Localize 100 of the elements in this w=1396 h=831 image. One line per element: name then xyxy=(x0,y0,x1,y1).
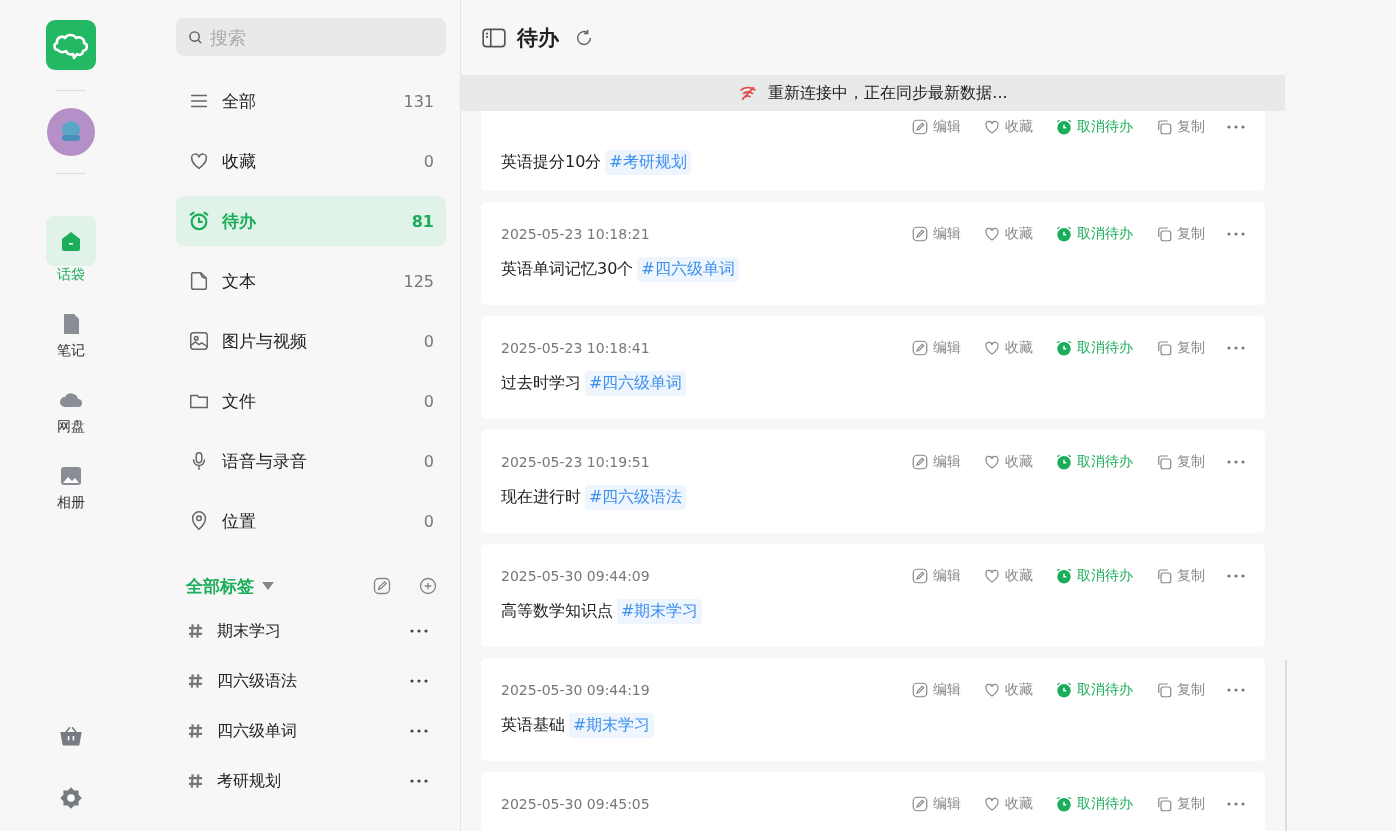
tag-item[interactable]: 四六级语法 xyxy=(176,656,446,706)
note-date: 2025-05-23 10:18:21 xyxy=(501,226,650,242)
alarm-clock-icon xyxy=(1055,567,1073,585)
tags-header[interactable]: 全部标签 xyxy=(186,574,254,598)
note-date: 2025-05-30 09:44:09 xyxy=(501,568,650,584)
copy-icon xyxy=(1155,567,1173,585)
note-card[interactable]: 2025-05-23 10:19:51 编辑 收藏 取消待办 复制 现在进行时 #四六级语法 xyxy=(481,430,1265,533)
note-card[interactable]: 2025-05-23 10:18:21 编辑 收藏 取消待办 复制 英语单词记忆30个 #四六级单词 xyxy=(481,202,1265,305)
action-link[interactable]: 取消待办 xyxy=(1055,681,1133,699)
image-icon xyxy=(59,464,83,488)
note-tag[interactable]: #四六级语法 xyxy=(585,485,687,510)
action-link[interactable]: 取消待办 xyxy=(1055,795,1133,813)
edit-icon[interactable] xyxy=(372,576,392,596)
nav-label: 话袋 xyxy=(57,266,85,284)
note-tag[interactable]: #期末学习 xyxy=(569,713,655,738)
note-tag[interactable]: #四六级单词 xyxy=(585,371,687,396)
category-item[interactable]: 待办 81 xyxy=(176,196,446,246)
more-icon[interactable] xyxy=(1227,802,1245,806)
action-link[interactable]: 取消待办 xyxy=(1055,118,1133,136)
tag-item[interactable]: 考研规划 xyxy=(176,756,446,806)
note-tag[interactable]: #期末学习 xyxy=(617,599,703,624)
action-link[interactable]: 取消待办 xyxy=(1055,339,1133,357)
copy-icon xyxy=(1155,453,1173,471)
note-card[interactable]: 2025-05-30 09:44:19 编辑 收藏 取消待办 复制 英语基础 #期末学习 xyxy=(481,658,1265,761)
hash-icon xyxy=(188,773,203,789)
tag-item[interactable]: 四六级单词 xyxy=(176,706,446,756)
nav-item[interactable]: 相册 xyxy=(41,458,101,512)
action-link[interactable]: 编辑 xyxy=(911,225,961,243)
note-card[interactable]: 2025-05-30 09:45:05 编辑 收藏 取消待办 复制 xyxy=(481,772,1265,831)
more-icon[interactable] xyxy=(1227,688,1245,692)
settings-icon[interactable] xyxy=(58,785,84,811)
action-link[interactable]: 收藏 xyxy=(983,681,1033,699)
heart-icon xyxy=(188,150,210,172)
note-tag[interactable]: #四六级单词 xyxy=(637,257,739,282)
action-link[interactable]: 复制 xyxy=(1155,453,1205,471)
action-link[interactable]: 复制 xyxy=(1155,795,1205,813)
note-text: 英语提分10分 xyxy=(501,152,602,173)
copy-icon xyxy=(1155,118,1173,136)
search-field[interactable]: 搜索 xyxy=(176,18,446,56)
heart-icon xyxy=(983,795,1001,813)
more-icon[interactable] xyxy=(1227,232,1245,236)
category-item[interactable]: 文本 125 xyxy=(176,256,446,306)
app-logo[interactable] xyxy=(46,20,96,70)
more-icon[interactable] xyxy=(1227,460,1245,464)
copy-icon xyxy=(1155,339,1173,357)
note-date: 2025-05-23 10:19:51 xyxy=(501,454,650,470)
action-link[interactable]: 编辑 xyxy=(911,681,961,699)
add-icon[interactable] xyxy=(418,576,438,596)
more-icon[interactable] xyxy=(410,679,428,683)
caret-icon[interactable] xyxy=(262,582,274,590)
note-card[interactable]: 2025-05-23 10:18:41 编辑 收藏 取消待办 复制 过去时学习 #四六级单词 xyxy=(481,316,1265,419)
edit-icon xyxy=(911,118,929,136)
action-link[interactable]: 复制 xyxy=(1155,567,1205,585)
more-icon[interactable] xyxy=(1227,125,1245,129)
action-link[interactable]: 收藏 xyxy=(983,225,1033,243)
alarm-clock-icon xyxy=(1055,681,1073,699)
tag-item[interactable]: 期末学习 xyxy=(176,606,446,656)
action-link[interactable]: 收藏 xyxy=(983,118,1033,136)
action-link[interactable]: 取消待办 xyxy=(1055,567,1133,585)
hash-icon xyxy=(188,673,203,689)
action-link[interactable]: 复制 xyxy=(1155,339,1205,357)
note-card[interactable]: 2025-05-30 09:44:09 编辑 收藏 取消待办 复制 高等数学知识点 #期末学习 xyxy=(481,544,1265,647)
more-icon[interactable] xyxy=(1227,346,1245,350)
note-tag[interactable]: #考研规划 xyxy=(605,150,691,175)
action-link[interactable]: 编辑 xyxy=(911,118,961,136)
note-date: 2025-05-30 09:45:05 xyxy=(501,796,650,812)
action-link[interactable]: 收藏 xyxy=(983,567,1033,585)
avatar[interactable] xyxy=(47,108,95,156)
action-link[interactable]: 复制 xyxy=(1155,225,1205,243)
category-item[interactable]: 收藏 0 xyxy=(176,136,446,186)
edit-icon xyxy=(911,567,929,585)
action-link[interactable]: 取消待办 xyxy=(1055,453,1133,471)
category-item[interactable]: 全部 131 xyxy=(176,76,446,126)
more-icon[interactable] xyxy=(410,779,428,783)
nav-item[interactable]: 网盘 xyxy=(41,382,101,436)
category-item[interactable]: 位置 0 xyxy=(176,496,446,546)
action-link[interactable]: 取消待办 xyxy=(1055,225,1133,243)
category-item[interactable]: 语音与录音 0 xyxy=(176,436,446,486)
action-link[interactable]: 编辑 xyxy=(911,339,961,357)
category-item[interactable]: 图片与视频 0 xyxy=(176,316,446,366)
alarm-clock-icon xyxy=(1055,225,1073,243)
nav-item[interactable]: 笔记 xyxy=(41,306,101,360)
alarm-clock-icon xyxy=(1055,339,1073,357)
action-link[interactable]: 编辑 xyxy=(911,795,961,813)
alarm-clock-icon xyxy=(1055,118,1073,136)
more-icon[interactable] xyxy=(1227,574,1245,578)
action-link[interactable]: 复制 xyxy=(1155,118,1205,136)
action-link[interactable]: 编辑 xyxy=(911,567,961,585)
action-link[interactable]: 收藏 xyxy=(983,453,1033,471)
more-icon[interactable] xyxy=(410,629,428,633)
action-link[interactable]: 复制 xyxy=(1155,681,1205,699)
heart-icon xyxy=(983,118,1001,136)
more-icon[interactable] xyxy=(410,729,428,733)
action-link[interactable]: 收藏 xyxy=(983,795,1033,813)
action-link[interactable]: 收藏 xyxy=(983,339,1033,357)
category-item[interactable]: 文件 0 xyxy=(176,376,446,426)
copy-icon xyxy=(1155,795,1173,813)
note-date: 2025-05-30 09:44:19 xyxy=(501,682,650,698)
action-link[interactable]: 编辑 xyxy=(911,453,961,471)
copy-icon xyxy=(1155,225,1173,243)
